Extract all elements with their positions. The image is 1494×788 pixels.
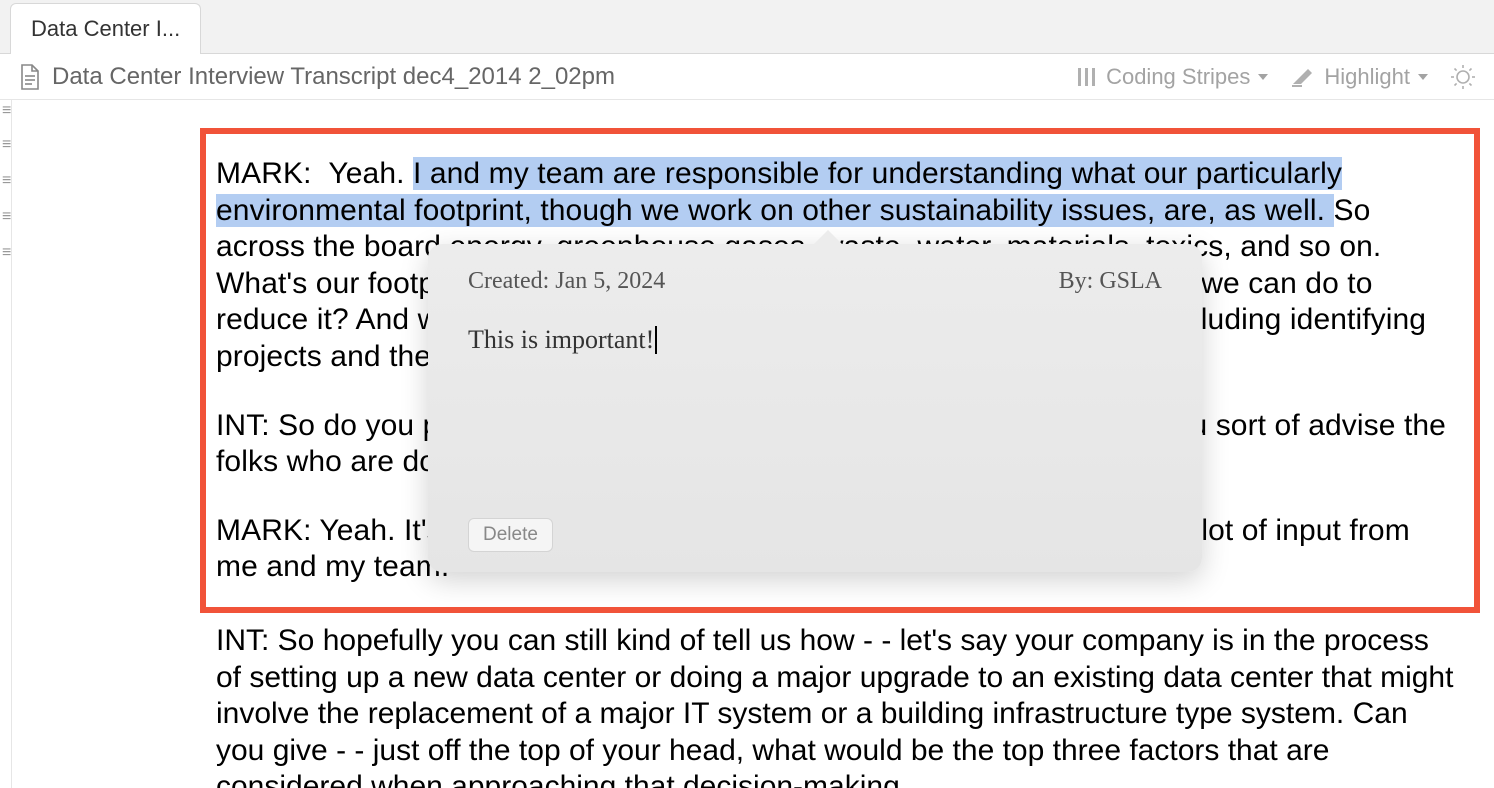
chevron-down-icon [1418,74,1428,80]
gutter-mark: ≡ [2,136,11,154]
lightbulb-icon[interactable] [1450,64,1476,90]
text-cursor [655,326,657,354]
popup-pointer [812,230,844,246]
toolbar: Data Center Interview Transcript dec4_20… [0,54,1494,100]
text-pre: Yeah. [328,157,413,190]
gutter-mark: ≡ [2,208,11,226]
gutter-mark: ≡ [2,172,11,190]
highlight-button[interactable]: Highlight [1290,64,1428,90]
document-content[interactable]: one minute description of what that enta… [16,100,1494,788]
highlighter-icon [1290,66,1316,88]
toolbar-actions: Coding Stripes Highlight [1076,64,1476,90]
memo-author: By: GSLA [1059,268,1162,295]
tab-bar: Data Center I... [0,0,1494,54]
delete-button[interactable]: Delete [468,518,553,552]
document-icon [18,64,40,90]
tab-label: Data Center I... [31,16,180,41]
tab-document[interactable]: Data Center I... [10,3,201,54]
gutter-mark: ≡ [2,102,11,120]
speaker-label: MARK: [216,157,312,190]
coding-stripes-label: Coding Stripes [1106,64,1250,90]
highlight-label: Highlight [1324,64,1410,90]
paragraph-int-2: INT: So hopefully you can still kind of … [216,623,1456,788]
memo-created: Created: Jan 5, 2024 [468,268,665,295]
coding-stripes-button[interactable]: Coding Stripes [1076,64,1268,90]
memo-body-text[interactable]: This is important! [468,325,1162,355]
memo-header: Created: Jan 5, 2024 By: GSLA [468,268,1162,295]
left-gutter: ≡ ≡ ≡ ≡ ≡ [0,100,12,788]
memo-popup: Created: Jan 5, 2024 By: GSLA This is im… [428,244,1202,572]
coding-stripes-icon [1076,66,1098,88]
chevron-down-icon [1258,74,1268,80]
gutter-mark: ≡ [2,244,11,262]
document-title: Data Center Interview Transcript dec4_20… [52,63,1064,91]
